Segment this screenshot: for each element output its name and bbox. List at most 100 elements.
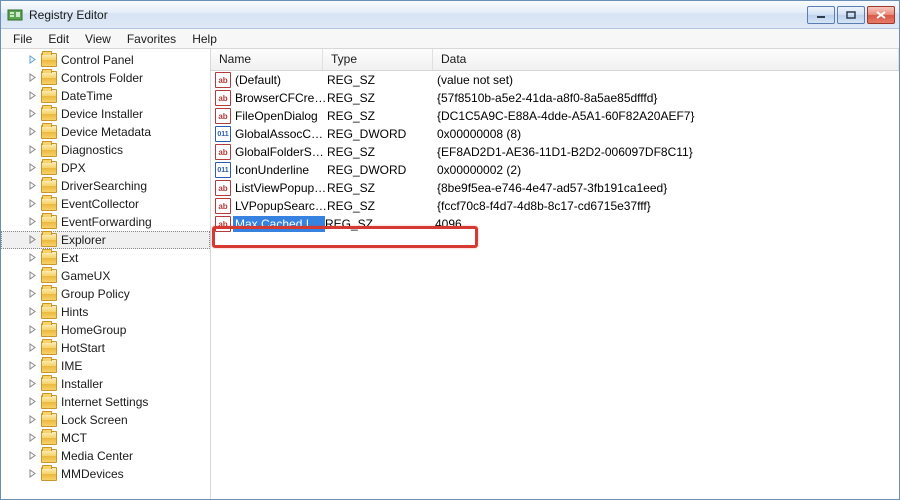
tree-item[interactable]: Device Metadata (1, 123, 210, 141)
expand-arrow-icon[interactable] (29, 181, 39, 191)
value-type: REG_SZ (327, 145, 437, 159)
expand-arrow-icon[interactable] (29, 307, 39, 317)
tree-item[interactable]: MMDevices (1, 465, 210, 483)
expand-arrow-icon[interactable] (29, 217, 39, 227)
tree-item-label: MCT (61, 431, 87, 445)
folder-icon (41, 143, 57, 157)
menu-view[interactable]: View (77, 30, 119, 48)
folder-icon (41, 341, 57, 355)
registry-value-row[interactable]: 011GlobalAssocCha...REG_DWORD0x00000008 … (211, 125, 899, 143)
tree-item[interactable]: Ext (1, 249, 210, 267)
folder-icon (41, 467, 57, 481)
expand-arrow-icon[interactable] (29, 397, 39, 407)
expand-arrow-icon[interactable] (29, 289, 39, 299)
tree-panel[interactable]: Control PanelControls FolderDateTimeDevi… (1, 49, 211, 499)
tree-item-label: Explorer (61, 233, 106, 247)
tree-item[interactable]: IME (1, 357, 210, 375)
close-button[interactable] (867, 6, 895, 24)
value-data: {8be9f5ea-e746-4e47-ad57-3fb191ca1eed} (437, 181, 899, 195)
registry-value-row[interactable]: abGlobalFolderSett...REG_SZ{EF8AD2D1-AE3… (211, 143, 899, 161)
expand-arrow-icon[interactable] (29, 253, 39, 263)
registry-value-row[interactable]: abLVPopupSearch...REG_SZ{fccf70c8-f4d7-4… (211, 197, 899, 215)
expand-arrow-icon[interactable] (29, 109, 39, 119)
value-name: BrowserCFCreator (235, 91, 327, 105)
menu-edit[interactable]: Edit (40, 30, 77, 48)
window-controls (807, 6, 895, 24)
expand-arrow-icon[interactable] (29, 199, 39, 209)
tree-item[interactable]: Internet Settings (1, 393, 210, 411)
tree-item[interactable]: HomeGroup (1, 321, 210, 339)
string-value-icon: ab (215, 144, 231, 160)
tree-item[interactable]: Media Center (1, 447, 210, 465)
expand-arrow-icon[interactable] (29, 127, 39, 137)
menu-file[interactable]: File (5, 30, 40, 48)
folder-icon (41, 287, 57, 301)
tree-item-label: Installer (61, 377, 103, 391)
expand-arrow-icon[interactable] (29, 145, 39, 155)
value-name: Max Cached Icons (233, 216, 325, 232)
titlebar[interactable]: Registry Editor (1, 1, 899, 29)
expand-arrow-icon[interactable] (29, 379, 39, 389)
folder-icon (41, 395, 57, 409)
folder-icon (41, 215, 57, 229)
tree-item[interactable]: Device Installer (1, 105, 210, 123)
tree-item[interactable]: EventForwarding (1, 213, 210, 231)
folder-icon (41, 251, 57, 265)
registry-value-row[interactable]: abBrowserCFCreatorREG_SZ{57f8510b-a5e2-4… (211, 89, 899, 107)
maximize-button[interactable] (837, 6, 865, 24)
value-data: 4096 (435, 217, 899, 231)
expand-arrow-icon[interactable] (29, 343, 39, 353)
tree-item[interactable]: DriverSearching (1, 177, 210, 195)
registry-value-row[interactable]: ab(Default)REG_SZ(value not set) (211, 71, 899, 89)
expand-arrow-icon[interactable] (29, 235, 39, 245)
expand-arrow-icon[interactable] (29, 451, 39, 461)
tree-item[interactable]: Group Policy (1, 285, 210, 303)
expand-arrow-icon[interactable] (29, 73, 39, 83)
folder-icon (41, 71, 57, 85)
list-header: Name Type Data (211, 49, 899, 71)
tree-item[interactable]: DPX (1, 159, 210, 177)
expand-arrow-icon[interactable] (29, 469, 39, 479)
expand-arrow-icon[interactable] (29, 163, 39, 173)
expand-arrow-icon[interactable] (29, 325, 39, 335)
value-data: {fccf70c8-f4d7-4d8b-8c17-cd6715e37fff} (437, 199, 899, 213)
expand-arrow-icon[interactable] (29, 271, 39, 281)
value-type: REG_SZ (327, 199, 437, 213)
string-value-icon: ab (215, 198, 231, 214)
tree-item[interactable]: Installer (1, 375, 210, 393)
value-data: (value not set) (437, 73, 899, 87)
tree-item[interactable]: DateTime (1, 87, 210, 105)
registry-value-row[interactable]: abListViewPopupC...REG_SZ{8be9f5ea-e746-… (211, 179, 899, 197)
expand-arrow-icon[interactable] (29, 433, 39, 443)
tree-item[interactable]: Hints (1, 303, 210, 321)
registry-value-row[interactable]: 011IconUnderlineREG_DWORD0x00000002 (2) (211, 161, 899, 179)
tree-item[interactable]: Diagnostics (1, 141, 210, 159)
tree-item-label: Internet Settings (61, 395, 148, 409)
tree-item[interactable]: HotStart (1, 339, 210, 357)
tree-item[interactable]: EventCollector (1, 195, 210, 213)
menu-help[interactable]: Help (184, 30, 225, 48)
tree-item[interactable]: MCT (1, 429, 210, 447)
folder-icon (41, 53, 57, 67)
value-type: REG_SZ (327, 109, 437, 123)
tree-item[interactable]: Explorer (1, 231, 210, 249)
minimize-button[interactable] (807, 6, 835, 24)
value-type: REG_SZ (327, 181, 437, 195)
window-title: Registry Editor (29, 8, 807, 22)
expand-arrow-icon[interactable] (29, 55, 39, 65)
expand-arrow-icon[interactable] (29, 91, 39, 101)
binary-value-icon: 011 (215, 126, 231, 142)
registry-value-row[interactable]: abFileOpenDialogREG_SZ{DC1C5A9C-E88A-4dd… (211, 107, 899, 125)
expand-arrow-icon[interactable] (29, 361, 39, 371)
menu-favorites[interactable]: Favorites (119, 30, 184, 48)
column-header-type[interactable]: Type (323, 49, 433, 70)
tree-item[interactable]: Lock Screen (1, 411, 210, 429)
column-header-data[interactable]: Data (433, 49, 899, 70)
tree-item[interactable]: Controls Folder (1, 69, 210, 87)
expand-arrow-icon[interactable] (29, 415, 39, 425)
registry-value-row[interactable]: abMax Cached IconsREG_SZ4096 (211, 215, 899, 233)
list-body: ab(Default)REG_SZ(value not set)abBrowse… (211, 71, 899, 499)
column-header-name[interactable]: Name (211, 49, 323, 70)
tree-item[interactable]: Control Panel (1, 51, 210, 69)
tree-item[interactable]: GameUX (1, 267, 210, 285)
